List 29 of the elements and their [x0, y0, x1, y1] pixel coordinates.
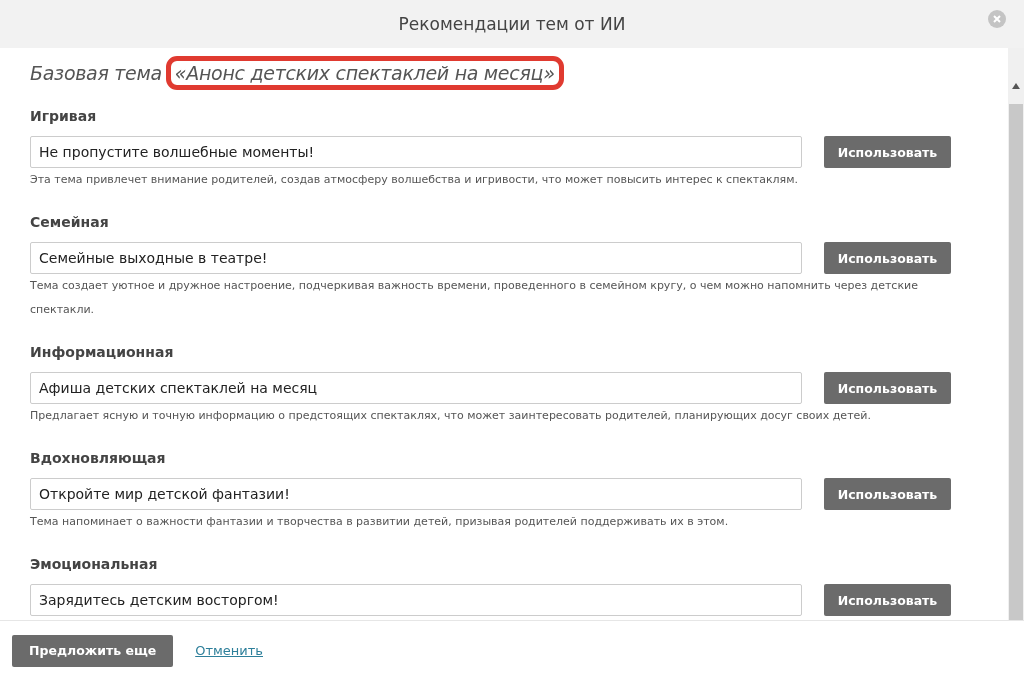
window-title: Рекомендации тем от ИИ — [398, 14, 626, 34]
theme-description: Эта тема привлечет внимание родителей, создав атмосферу волшебства и игривости, что может повысить интерес к спектаклям. — [30, 172, 799, 188]
theme-input-field[interactable]: Афиша детских спектаклей на месяц — [30, 372, 802, 404]
category-label: Эмоциональная — [30, 556, 159, 572]
category-label: Семейная — [30, 214, 110, 230]
use-button[interactable]: Использовать — [824, 136, 951, 168]
suggest-more-button[interactable]: Предложить еще — [12, 634, 174, 667]
base-theme-highlight: «Анонс детских спектаклей на месяц» — [165, 56, 564, 90]
theme-description: Предлагает ясную и точную информацию о предстоящих спектаклях, что может заинтересовать родителей, планирующих досуг своих детей. — [30, 408, 872, 424]
theme-input-field[interactable]: Зарядитесь детским восторгом! — [30, 584, 802, 616]
cancel-link[interactable]: Отменить — [195, 643, 263, 658]
scrollbar-thumb[interactable] — [1009, 103, 1023, 620]
base-theme-label: Базовая тема — [30, 62, 162, 84]
close-button[interactable] — [988, 10, 1006, 28]
theme-input-field[interactable]: Не пропустите волшебные моменты! — [30, 136, 802, 168]
theme-input-field[interactable]: Откройте мир детской фантазии! — [30, 478, 802, 510]
use-button[interactable]: Использовать — [824, 242, 951, 274]
scroll-up-icon[interactable] — [1011, 82, 1021, 90]
theme-description: Тема создает уютное и дружное настроение, подчеркивая важность времени, проведенного в семейном кругу, о чем можно напомнить через детские спектакли. — [30, 278, 919, 318]
use-button[interactable]: Использовать — [824, 372, 951, 404]
use-button[interactable]: Использовать — [824, 584, 951, 616]
category-label: Информационная — [30, 344, 175, 360]
theme-input-field[interactable]: Семейные выходные в театре! — [30, 242, 802, 274]
close-icon — [988, 10, 1006, 28]
category-label: Игривая — [30, 108, 98, 124]
theme-description: Тема напоминает о важности фантазии и творчества в развитии детей, призывая родителей поддерживать их в этом. — [30, 514, 730, 530]
use-button[interactable]: Использовать — [824, 478, 951, 510]
scrollbar[interactable] — [1008, 48, 1024, 620]
category-label: Вдохновляющая — [30, 450, 167, 466]
